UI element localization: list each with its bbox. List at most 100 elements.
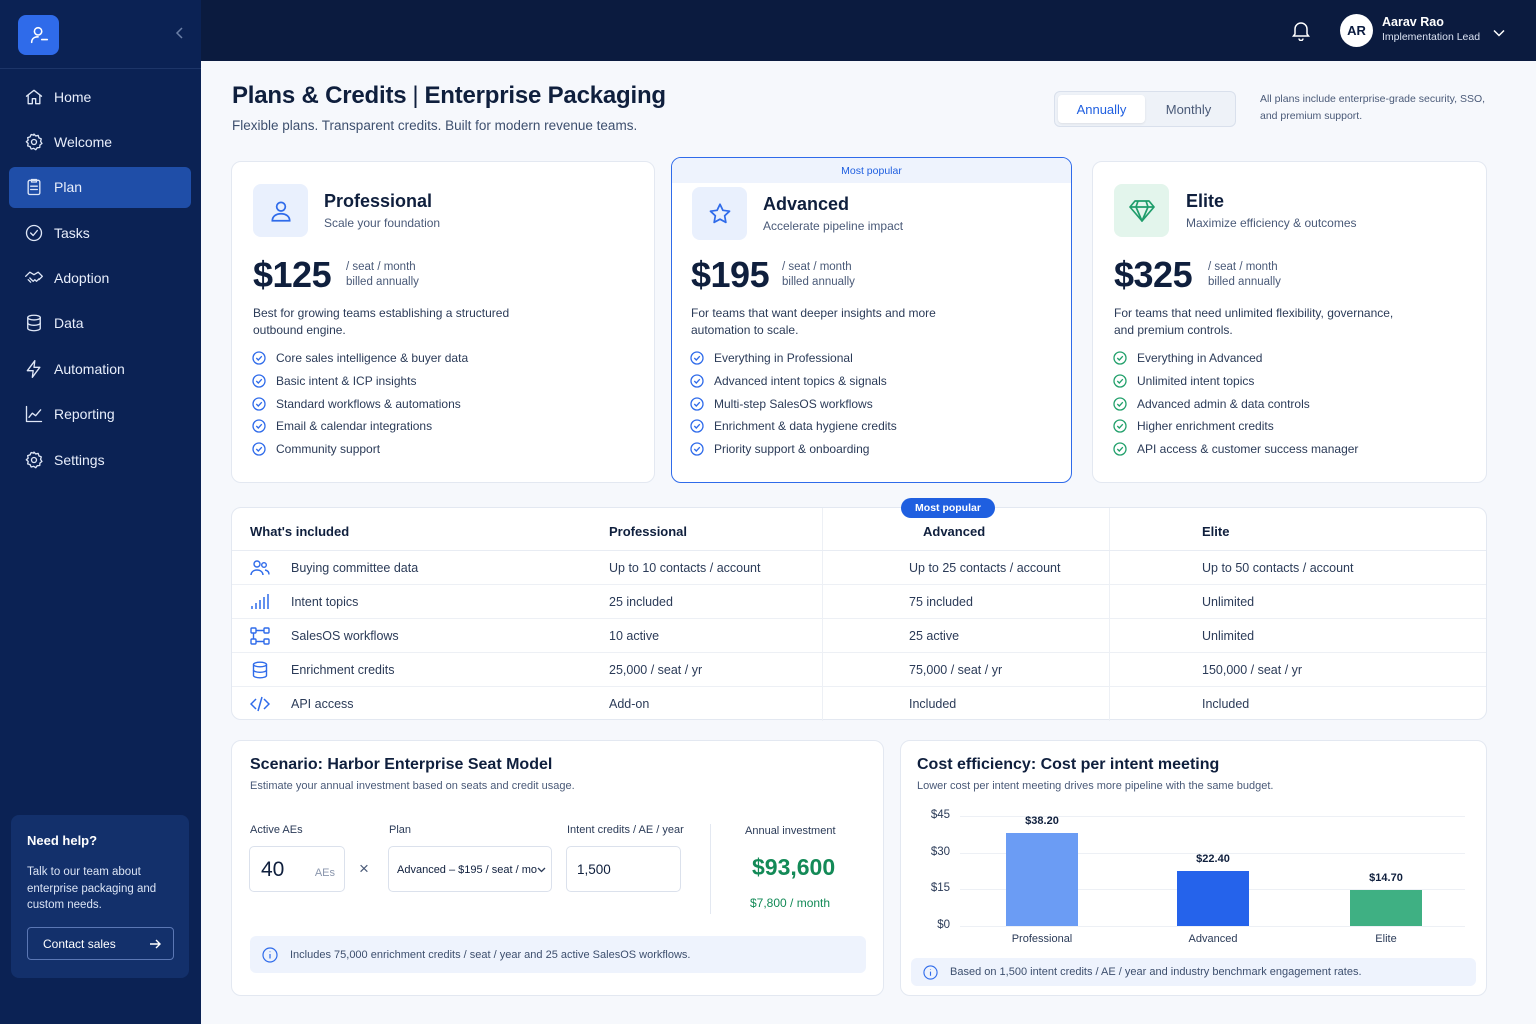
sidebar-item-tasks[interactable]: Tasks	[9, 212, 191, 253]
chevron-down-icon	[537, 867, 546, 873]
notifications-button[interactable]	[1291, 20, 1311, 46]
collapse-sidebar-button[interactable]	[174, 26, 186, 45]
feature-label: Advanced intent topics & signals	[714, 374, 887, 389]
feature-label: Basic intent & ICP insights	[276, 374, 417, 389]
credits-input[interactable]: 1,500	[566, 846, 681, 892]
sidebar-item-home[interactable]: Home	[9, 76, 191, 117]
plan-card-advanced[interactable]: Most popular Advanced Accelerate pipelin…	[671, 157, 1072, 483]
investment-monthly: $7,800 / month	[750, 896, 831, 910]
table-row: Enrichment credits 25,000 / seat / yr 75…	[232, 653, 1486, 687]
plan-card-elite[interactable]: Elite Maximize efficiency & outcomes $32…	[1092, 161, 1487, 483]
sidebar-item-adoption[interactable]: Adoption	[9, 258, 191, 299]
table-row: Buying committee data Up to 10 contacts …	[232, 551, 1486, 585]
feature-item: Everything in Advanced	[1113, 347, 1358, 370]
efficiency-info-text: Based on 1,500 intent credits / AE / yea…	[950, 966, 1362, 978]
sidebar-item-label: Automation	[54, 360, 125, 377]
check-circle-icon	[690, 397, 704, 411]
scenario-subtitle: Estimate your annual investment based on…	[250, 780, 575, 792]
credits-label: Intent credits / AE / year	[567, 824, 684, 836]
info-icon	[262, 946, 278, 963]
check-circle-icon	[252, 397, 266, 411]
price-billing: billed annually	[346, 276, 419, 288]
feature-item: Advanced intent topics & signals	[690, 370, 897, 393]
settings-icon	[25, 451, 43, 468]
plan-name: Elite	[1186, 191, 1225, 211]
billing-option-monthly[interactable]: Monthly	[1145, 95, 1232, 123]
check-circle-icon	[690, 419, 704, 434]
feature-item: Priority support & onboarding	[690, 438, 897, 461]
database-icon	[27, 315, 41, 332]
chart-bar-advanced[interactable]	[1177, 871, 1249, 926]
price-unit: / seat / month	[346, 261, 416, 273]
code-icon	[250, 696, 270, 712]
billing-toggle: Annually Monthly	[1054, 91, 1236, 127]
avatar[interactable]: AR	[1340, 14, 1373, 47]
feature-name: Intent topics	[291, 595, 359, 609]
active-aes-input[interactable]: 40 AEs	[249, 846, 345, 892]
sidebar-item-plan[interactable]: Plan	[9, 166, 191, 208]
table-cell: Add-on	[609, 697, 650, 711]
app-logo[interactable]	[18, 15, 59, 55]
y-tick-label: $0	[937, 919, 950, 931]
comparison-table: What's included Professional Advanced El…	[231, 507, 1487, 721]
table-cell: 10 active	[609, 629, 660, 643]
billing-option-annually[interactable]: Annually	[1058, 95, 1145, 123]
arrow-right-icon	[150, 939, 161, 948]
user-role: Implementation Lead	[1382, 31, 1481, 43]
feature-label: Everything in Professional	[714, 351, 853, 366]
feature-label: Email & calendar integrations	[276, 419, 433, 434]
page-title-primary: Plans & Credits	[232, 82, 407, 109]
plan-price: $125	[253, 254, 332, 295]
sidebar-item-welcome[interactable]: Welcome	[9, 121, 191, 162]
x-category-label: Elite	[1375, 933, 1397, 945]
check-circle-icon	[1113, 419, 1127, 434]
multiply-symbol: ×	[359, 859, 369, 878]
feature-item: Higher enrichment credits	[1113, 415, 1358, 438]
feature-label: Unlimited intent topics	[1137, 374, 1255, 389]
table-cell: 75,000 / seat / yr	[909, 663, 1003, 677]
table-row: Intent topics 25 included 75 included Un…	[232, 585, 1486, 619]
sidebar-nav: Home Welcome Plan Tasks Adoption Data Au…	[9, 76, 191, 485]
y-tick-label: $45	[930, 809, 950, 821]
feature-item: API access & customer success manager	[1113, 438, 1358, 461]
check-circle-icon	[252, 374, 266, 388]
feature-name: Enrichment credits	[291, 663, 395, 677]
plan-icon-box	[253, 184, 308, 237]
security-note: All plans include enterprise-grade secur…	[1260, 93, 1486, 122]
contact-sales-button[interactable]: Contact sales	[27, 927, 174, 960]
chart-bar-professional[interactable]	[1006, 832, 1078, 926]
table-cell: Unlimited	[1202, 629, 1255, 643]
chevron-left-icon	[175, 27, 183, 39]
info-icon	[923, 964, 938, 980]
table-cell: 25,000 / seat / yr	[609, 663, 703, 677]
clipboard-icon	[27, 179, 41, 196]
sidebar-header	[0, 0, 201, 69]
plan-card-professional[interactable]: Professional Scale your foundation $125 …	[231, 161, 655, 483]
sidebar-item-settings[interactable]: Settings	[9, 439, 191, 480]
check-circle-icon	[1113, 397, 1127, 411]
help-card: Need help? Talk to our team about enterp…	[11, 815, 189, 978]
efficiency-info: Based on 1,500 intent credits / AE / yea…	[911, 958, 1476, 986]
user-menu-button[interactable]	[1493, 24, 1505, 42]
sidebar-item-data[interactable]: Data	[9, 303, 191, 344]
x-category-label: Advanced	[1188, 933, 1238, 945]
check-circle-icon	[690, 374, 704, 388]
sidebar-item-reporting[interactable]: Reporting	[9, 394, 191, 435]
database-icon	[252, 661, 268, 679]
sidebar-item-automation[interactable]: Automation	[9, 348, 191, 389]
table-header: What's included Professional Advanced El…	[232, 508, 1486, 551]
check-circle-icon	[690, 442, 704, 456]
plan-select[interactable]: Advanced – $195 / seat / mo	[388, 846, 552, 892]
user-icon	[30, 26, 48, 44]
plan-price-period: / seat / month billed annually	[346, 260, 419, 290]
check-circle-icon	[1113, 351, 1127, 365]
signal-icon	[251, 594, 269, 609]
column-header: Advanced	[923, 524, 986, 539]
feature-item: Core sales intelligence & buyer data	[252, 347, 468, 370]
sidebar-item-label: Settings	[54, 451, 105, 468]
feature-label: Standard workflows & automations	[276, 396, 461, 411]
check-circle-icon	[252, 351, 266, 365]
chart-bar-elite[interactable]	[1350, 890, 1422, 926]
most-popular-badge: Most popular	[672, 158, 1071, 183]
sidebar-item-label: Reporting	[54, 406, 115, 423]
